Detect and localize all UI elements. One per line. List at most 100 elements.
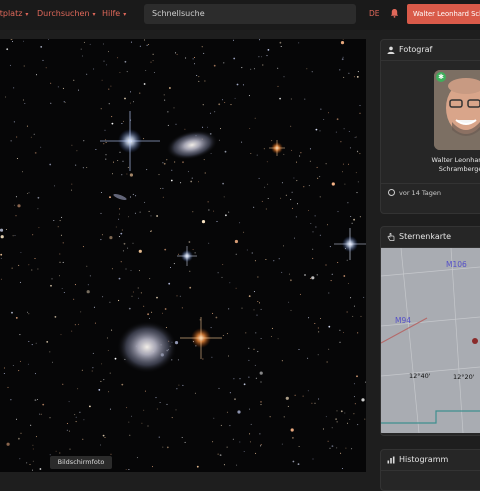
star: [307, 357, 309, 359]
star: [349, 418, 351, 420]
star: [104, 129, 106, 131]
star: [138, 249, 142, 253]
star: [54, 185, 55, 187]
nav-browse[interactable]: Durchsuchen ▾: [37, 9, 96, 18]
star: [330, 280, 332, 282]
star: [302, 395, 304, 397]
star: [255, 452, 257, 454]
star: [60, 234, 62, 236]
star: [144, 201, 146, 203]
star: [19, 281, 21, 283]
star: [278, 258, 280, 260]
star: [225, 214, 227, 217]
star: [266, 55, 268, 57]
nav-browse-label: Durchsuchen: [37, 9, 90, 18]
star: [45, 67, 47, 69]
star: [60, 334, 62, 336]
star: [93, 68, 95, 70]
star: [346, 311, 348, 313]
screenshot-label[interactable]: Bildschirmfoto: [50, 456, 112, 469]
star: [73, 298, 75, 300]
star: [322, 428, 324, 430]
nav-marketplace[interactable]: Marktplatz▾: [0, 9, 28, 18]
star: [264, 186, 266, 188]
star: [223, 196, 225, 198]
star: [230, 104, 232, 106]
star: [253, 68, 255, 70]
map-label-m94: M94: [395, 316, 412, 325]
star: [149, 317, 150, 319]
star: [155, 397, 157, 399]
user-menu-button[interactable]: Walter Leonhard Schramberger: [407, 4, 480, 24]
star: [34, 399, 37, 401]
star: [166, 403, 168, 405]
star: [38, 227, 40, 229]
language-selector[interactable]: DE: [369, 9, 380, 18]
star: [59, 220, 61, 222]
top-navigation-bar: Marktplatz▾ Durchsuchen▾ Hilfe▾ Schnells…: [0, 0, 480, 30]
star: [341, 468, 343, 469]
star: [232, 438, 234, 440]
star: [82, 246, 84, 248]
star: [146, 169, 148, 171]
star: [128, 307, 131, 310]
bell-icon[interactable]: [390, 8, 399, 18]
star: [37, 208, 39, 210]
star: [353, 413, 355, 415]
chevron-down-icon: ▾: [123, 11, 127, 18]
star: [62, 383, 64, 385]
search-input[interactable]: Schnellsuche: [144, 4, 356, 24]
star: [359, 216, 361, 218]
star: [130, 270, 132, 271]
star: [250, 423, 252, 425]
star: [125, 268, 127, 270]
star: [210, 153, 212, 154]
star: [325, 163, 327, 165]
star: [34, 258, 36, 259]
star: [280, 46, 282, 47]
star: [192, 211, 194, 213]
nav-marketplace-label: Marktplatz: [0, 9, 23, 18]
astro-image[interactable]: [0, 39, 366, 472]
star: [315, 128, 318, 131]
star: [28, 313, 30, 315]
star: [59, 452, 61, 454]
star: [319, 234, 321, 236]
star: [248, 347, 250, 349]
star: [176, 295, 178, 297]
star: [250, 153, 252, 154]
star: [50, 284, 52, 287]
photographer-name-line1[interactable]: Walter Leonhard: [381, 156, 480, 164]
star: [216, 221, 218, 222]
star: [196, 465, 199, 468]
star: [215, 316, 218, 319]
star: [359, 112, 361, 114]
star: [296, 161, 297, 163]
star: [294, 394, 296, 396]
star: [156, 296, 158, 299]
star: [292, 437, 294, 439]
star: [150, 61, 152, 63]
star: [82, 438, 84, 440]
star: [249, 433, 251, 435]
star: [233, 57, 236, 60]
nav-help[interactable]: Hilfe ▾: [102, 9, 126, 18]
star: [211, 356, 213, 358]
star: [100, 192, 102, 193]
star: [299, 155, 301, 157]
star: [102, 43, 104, 45]
star: [221, 276, 223, 278]
star: [220, 128, 221, 130]
star: [355, 136, 357, 138]
star: [32, 234, 34, 236]
photographer-name-line2[interactable]: Schramberger: [381, 165, 480, 173]
star: [281, 443, 283, 445]
star-chart[interactable]: M106 M94 12°40' 12°20': [381, 248, 480, 433]
star: [245, 332, 247, 334]
star: [359, 105, 361, 106]
star: [261, 56, 263, 58]
star: [12, 365, 14, 366]
star: [336, 421, 338, 423]
star: [328, 112, 329, 114]
photographer-avatar[interactable]: [434, 70, 480, 150]
